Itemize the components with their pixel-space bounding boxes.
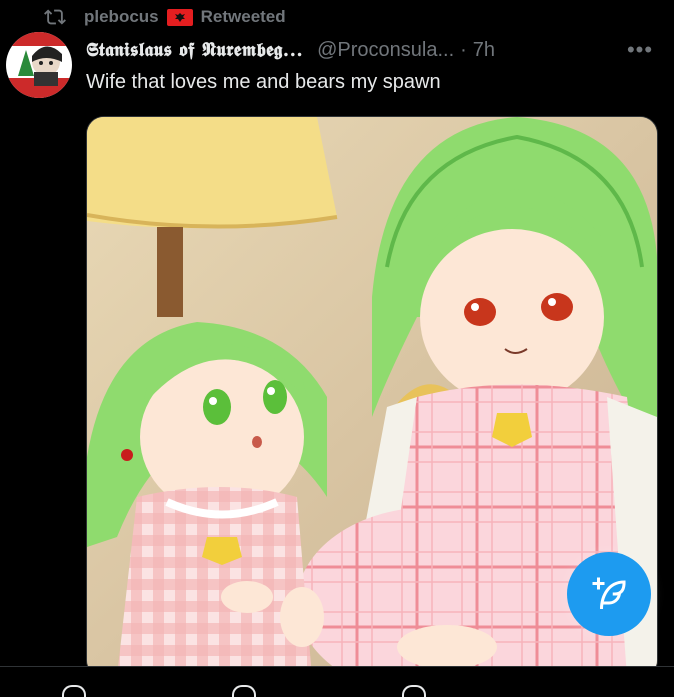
tweet-text: Wife that loves me and bears my spawn — [86, 71, 441, 93]
retweet-context[interactable]: plebocus Retweeted — [44, 4, 286, 30]
compose-button[interactable] — [567, 552, 651, 636]
notifications-nav-icon[interactable] — [402, 685, 426, 697]
more-icon: ••• — [626, 37, 654, 62]
retweet-icon — [44, 9, 66, 25]
avatar[interactable] — [6, 32, 72, 98]
more-options-button[interactable]: ••• — [620, 36, 660, 64]
dot-separator: · — [460, 39, 467, 61]
albania-flag-icon — [166, 8, 193, 26]
retweeter-name[interactable]: plebocus — [84, 7, 159, 27]
avatar-image — [6, 32, 72, 98]
home-nav-icon[interactable] — [62, 685, 86, 697]
timestamp[interactable]: 7h — [473, 36, 495, 64]
tweet-header: 𝕾𝖙𝖆𝖓𝖎𝖘𝖑𝖆𝖚𝖘 𝖔𝖋 𝕹𝖚𝖗𝖊𝖒𝖇𝖊𝖌... @Proconsula...… — [86, 36, 495, 64]
search-nav-icon[interactable] — [232, 685, 256, 697]
retweeted-label: Retweeted — [200, 7, 286, 26]
bottom-navigation — [0, 666, 674, 697]
display-name[interactable]: 𝕾𝖙𝖆𝖓𝖎𝖘𝖑𝖆𝖚𝖘 𝖔𝖋 𝕹𝖚𝖗𝖊𝖒𝖇𝖊𝖌... — [86, 36, 303, 64]
compose-feather-plus-icon — [592, 577, 626, 609]
user-handle[interactable]: @Proconsula... — [317, 36, 454, 64]
